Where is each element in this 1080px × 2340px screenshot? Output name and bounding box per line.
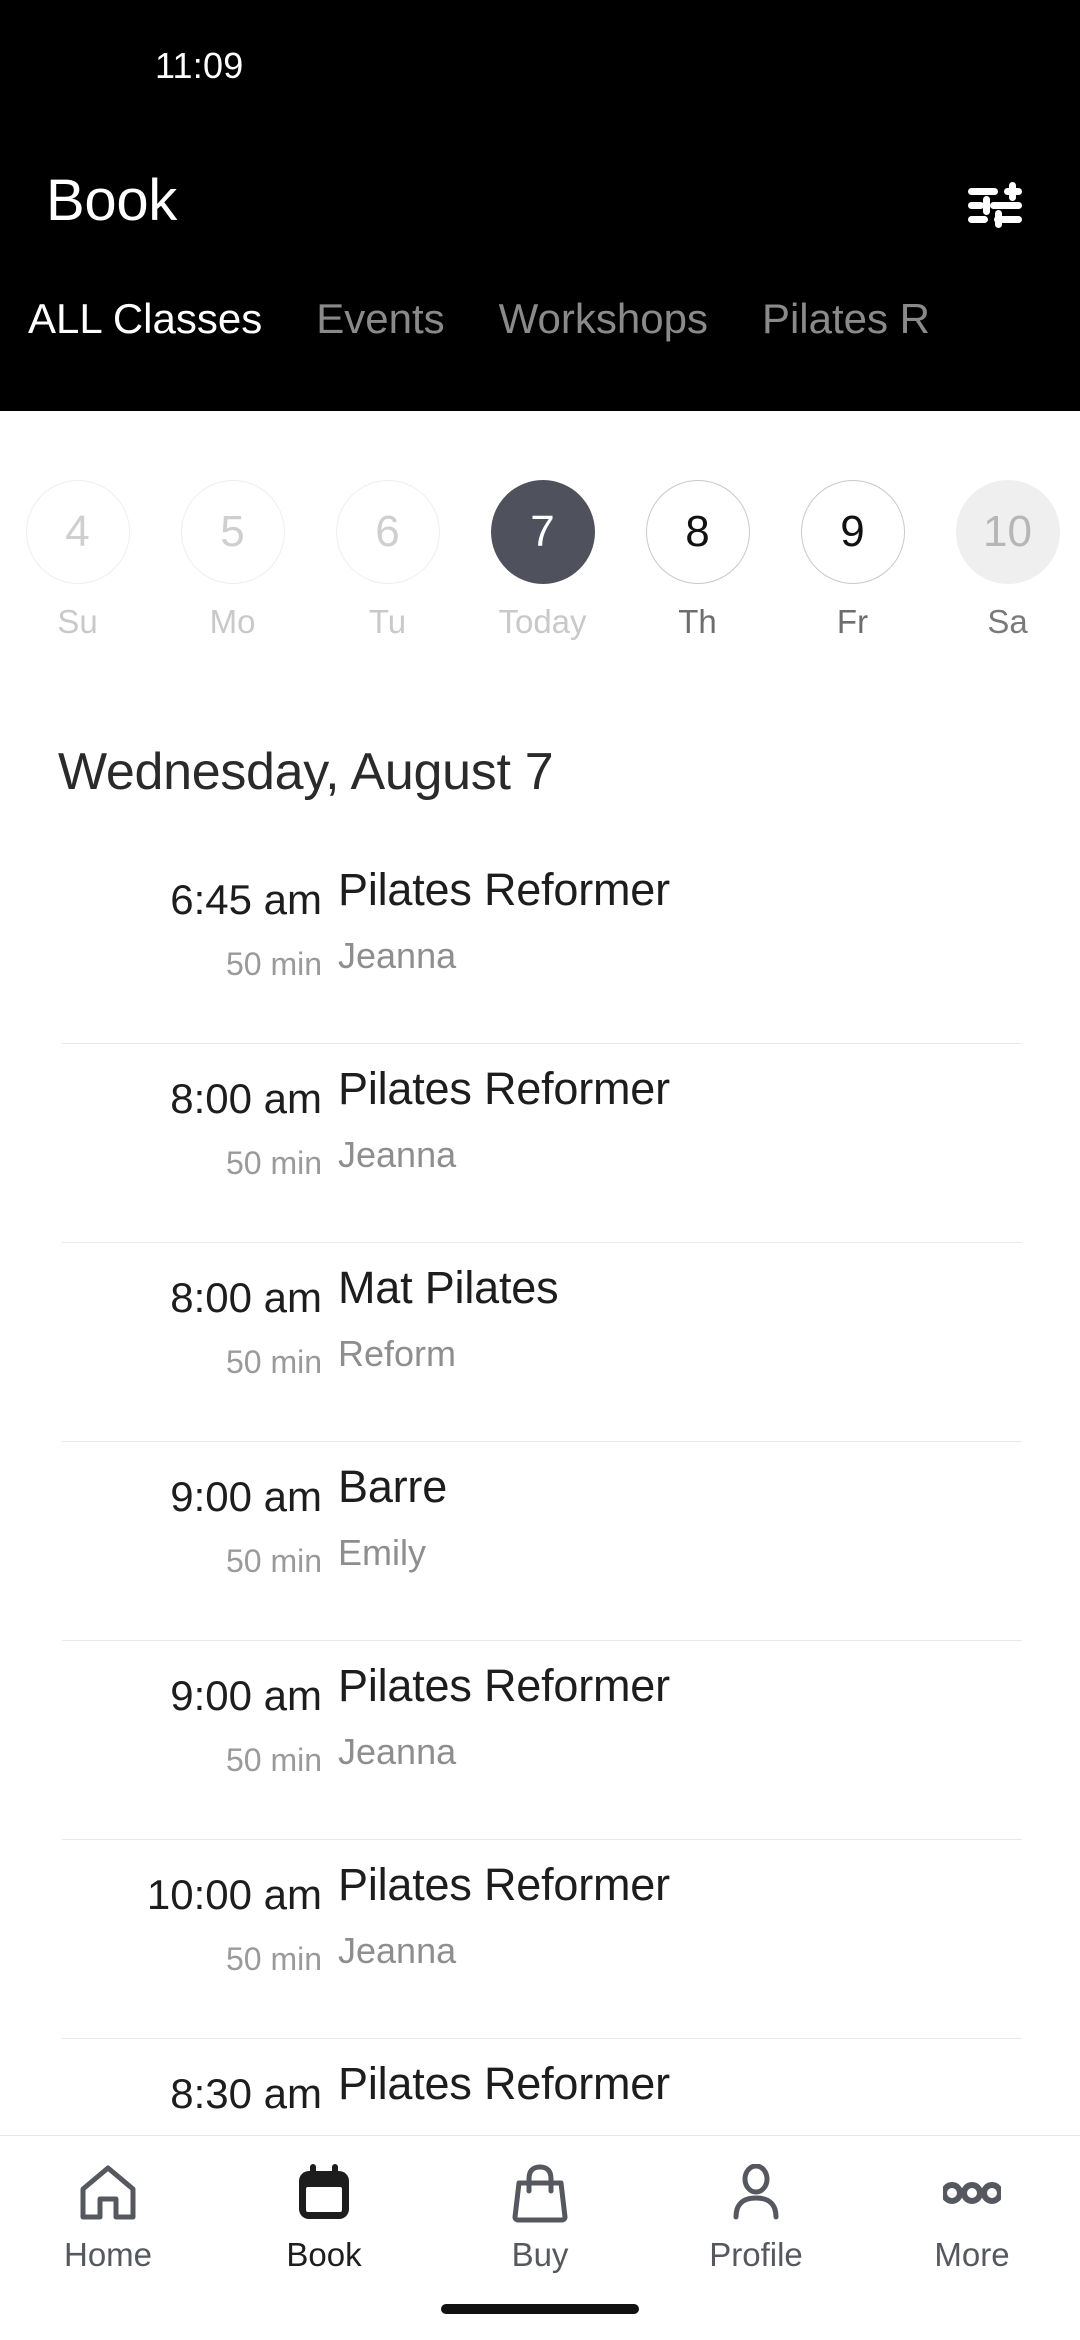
date-circle[interactable]: 4 [25,480,130,584]
nav-item-home[interactable]: Home [0,2136,216,2271]
nav-label: Profile [709,2236,803,2273]
table-row[interactable]: 8:00 am 50 min Pilates Reformer Jeanna [0,1044,1080,1243]
class-info-column: Pilates Reformer [338,2061,1022,2132]
class-time-column: 8:00 am 50 min [62,1274,322,1380]
class-instructor: Jeanna [338,1134,457,1175]
table-row[interactable]: 6:45 am 50 min Pilates Reformer Jeanna [0,845,1080,1044]
table-row[interactable]: 9:00 am 50 min Barre Emily [0,1442,1080,1641]
class-name: Pilates Reformer [338,1660,670,1711]
date-circle[interactable]: 9 [800,480,905,584]
date-weekday-label: Sa [987,603,1028,640]
class-schedule-list[interactable]: 6:45 am 50 min Pilates Reformer Jeanna 8… [0,845,1080,2135]
app-header: 11:09 Book ALL Classes Events Workshops … [0,0,1080,411]
class-time-column: 9:00 am 50 min [62,1672,322,1778]
class-name: Pilates Reformer [338,864,670,915]
tab-events[interactable]: Events [316,270,444,340]
class-instructor: Jeanna [338,1930,457,1971]
ellipsis-icon [943,2162,1001,2224]
class-time-column: 10:00 am 50 min [62,1871,322,1977]
class-duration: 50 min [225,1941,322,1977]
class-duration: 50 min [225,946,322,982]
nav-item-book[interactable]: Book [216,2136,432,2271]
class-time: 8:00 am [170,1274,322,1321]
date-circle[interactable]: 5 [180,480,285,584]
date-circle[interactable]: 8 [645,480,750,584]
date-circle[interactable]: 6 [335,480,440,584]
tune-filter-icon[interactable] [950,160,1040,250]
date-circle[interactable]: 10 [955,480,1060,584]
class-time: 9:00 am [170,1473,322,1520]
class-instructor: Jeanna [338,1731,457,1772]
status-bar: 11:09 [0,0,1080,108]
class-instructor: Emily [338,1532,426,1573]
class-time-column: 9:00 am 50 min [62,1473,322,1579]
table-row[interactable]: 9:00 am 50 min Pilates Reformer Jeanna [0,1641,1080,1840]
class-duration: 50 min [225,1543,322,1579]
table-row[interactable]: 10:00 am 50 min Pilates Reformer Jeanna [0,1840,1080,2039]
page-title: Book [46,168,177,233]
class-name: Pilates Reformer [338,2058,670,2109]
date-weekday-label: Mo [209,603,256,640]
nav-item-profile[interactable]: Profile [648,2136,864,2271]
class-info-column: Mat Pilates Reform [338,1265,1022,1372]
class-time: 6:45 am [170,876,322,923]
class-name: Barre [338,1461,448,1512]
date-item-10[interactable]: 10 Sa [930,411,1080,638]
class-time-column: 8:00 am 50 min [62,1075,322,1181]
nav-label: Buy [511,2236,569,2273]
tab-workshops[interactable]: Workshops [499,270,708,340]
date-weekday-label: Tu [368,603,407,640]
class-time: 8:30 am [170,2070,322,2117]
date-strip[interactable]: 4 Su 5 Mo 6 Tu 7 Today 8 Th 9 Fr 10 Sa [0,411,1080,661]
class-name: Mat Pilates [338,1262,559,1313]
class-time: 9:00 am [170,1672,322,1719]
class-info-column: Barre Emily [338,1464,1022,1571]
date-weekday-label: Fr [836,603,869,640]
class-info-column: Pilates Reformer Jeanna [338,1066,1022,1173]
class-instructor: Reform [338,1333,457,1374]
date-weekday-label: Su [57,603,98,640]
date-circle-selected[interactable]: 7 [490,480,595,584]
bag-icon [511,2162,569,2224]
nav-label: More [934,2236,1010,2273]
date-item-8[interactable]: 8 Th [620,411,775,638]
nav-label: Book [286,2236,362,2273]
class-duration: 50 min [225,1344,322,1380]
tab-all-classes[interactable]: ALL Classes [28,270,262,340]
selected-date-heading: Wednesday, August 7 [58,743,554,801]
date-item-4[interactable]: 4 Su [0,411,155,638]
calendar-icon [295,2162,353,2224]
app-bar: Book [0,108,1080,260]
class-info-column: Pilates Reformer Jeanna [338,867,1022,974]
class-info-column: Pilates Reformer Jeanna [338,1862,1022,1969]
nav-item-more[interactable]: More [864,2136,1080,2271]
nav-item-buy[interactable]: Buy [432,2136,648,2271]
table-row[interactable]: 8:30 am Pilates Reformer [0,2039,1080,2135]
status-bar-clock: 11:09 [155,45,244,86]
date-item-9[interactable]: 9 Fr [775,411,930,638]
nav-label: Home [63,2236,153,2273]
date-item-5[interactable]: 5 Mo [155,411,310,638]
table-row[interactable]: 8:00 am 50 min Mat Pilates Reform [0,1243,1080,1442]
class-time-column: 6:45 am 50 min [62,876,322,982]
date-item-7-today[interactable]: 7 Today [465,411,620,638]
home-indicator[interactable] [441,2304,639,2314]
tab-pilates-reformer[interactable]: Pilates R [762,270,930,340]
app-screen: 11:09 Book ALL Classes Events Workshops … [0,0,1080,2340]
person-icon [727,2162,785,2224]
class-duration: 50 min [225,1742,322,1778]
class-time: 10:00 am [146,1871,322,1918]
class-duration: 50 min [225,1145,322,1181]
class-info-column: Pilates Reformer Jeanna [338,1663,1022,1770]
home-icon [79,2162,137,2224]
class-name: Pilates Reformer [338,1063,670,1114]
date-item-6[interactable]: 6 Tu [310,411,465,638]
class-instructor: Jeanna [338,935,457,976]
class-time-column: 8:30 am [62,2073,322,2135]
category-tabs[interactable]: ALL Classes Events Workshops Pilates R [0,270,1080,411]
class-time: 8:00 am [170,1075,322,1122]
class-name: Pilates Reformer [338,1859,670,1910]
date-weekday-label-today: Today [498,603,587,640]
date-weekday-label: Th [678,603,717,640]
